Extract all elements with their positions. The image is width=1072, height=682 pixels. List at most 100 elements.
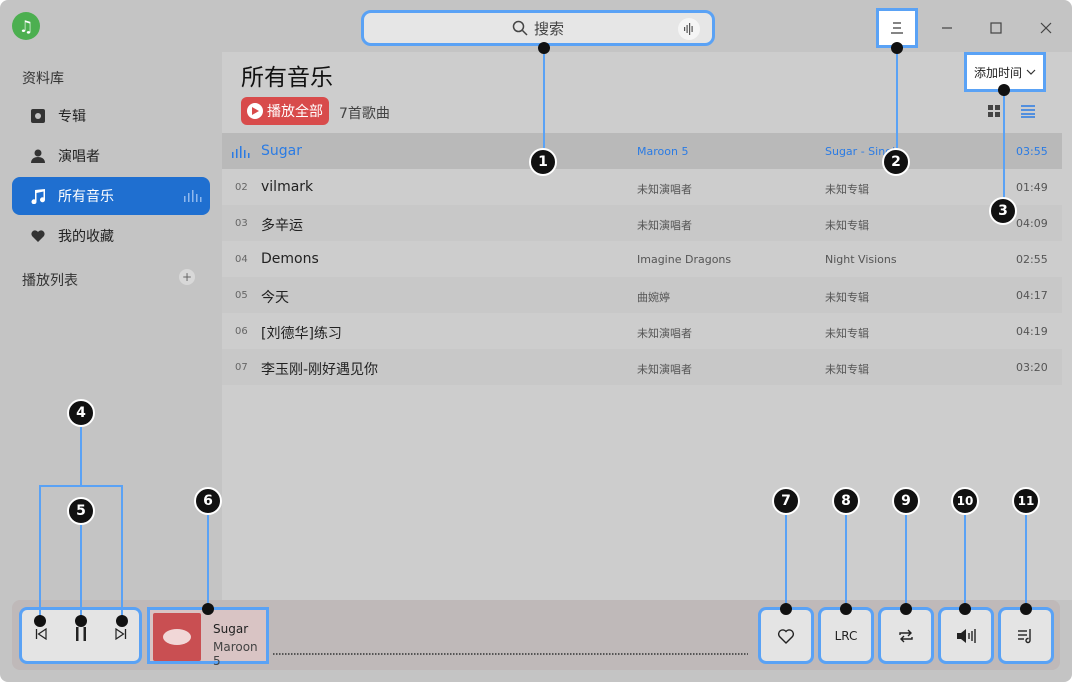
callout-line xyxy=(1025,515,1027,607)
track-duration: 04:19 xyxy=(1016,325,1048,338)
repeat-mode-button[interactable] xyxy=(878,607,934,664)
plus-icon: + xyxy=(181,270,193,284)
volume-button[interactable] xyxy=(938,607,994,664)
callout-line xyxy=(785,515,787,607)
callout-line xyxy=(896,48,898,148)
volume-icon xyxy=(957,628,976,643)
callout-dot xyxy=(998,84,1010,96)
play-all-button[interactable]: 播放全部 xyxy=(241,97,329,125)
callout-line xyxy=(964,515,966,607)
track-number: 06 xyxy=(235,326,248,337)
library-heading: 资料库 xyxy=(22,71,64,87)
callout-line xyxy=(121,485,123,620)
sidebar-item-albums[interactable]: 专辑 xyxy=(12,97,210,135)
callout-line xyxy=(1003,92,1005,198)
grid-view-icon[interactable] xyxy=(987,104,1001,118)
sidebar-item-all-music[interactable]: 所有音乐 xyxy=(12,177,210,215)
sidebar-item-label: 所有音乐 xyxy=(58,189,114,205)
callout-dot xyxy=(780,603,792,615)
now-playing-card[interactable]: Sugar Maroon 5 xyxy=(147,607,269,668)
add-playlist-button[interactable]: + xyxy=(179,269,195,285)
close-button[interactable] xyxy=(1032,14,1060,42)
track-album: Night Visions xyxy=(825,253,897,266)
callout-line xyxy=(80,427,82,485)
callout-badge: 10 xyxy=(951,487,979,515)
callout-badge: 3 xyxy=(989,197,1017,225)
callout-dot xyxy=(900,603,912,615)
sort-label: 添加时间 xyxy=(973,65,1022,80)
track-album: 未知专辑 xyxy=(825,183,869,196)
list-view-icon[interactable] xyxy=(1021,104,1035,118)
callout-badge: 6 xyxy=(194,487,222,515)
callout-badge: 11 xyxy=(1012,487,1040,515)
table-row[interactable]: 04 Demons Imagine Dragons Night Visions … xyxy=(222,241,1062,277)
track-title: vilmark xyxy=(261,179,314,195)
track-album: 未知专辑 xyxy=(825,327,869,340)
track-title: 今天 xyxy=(261,290,289,306)
table-row[interactable]: Sugar Maroon 5 Sugar - Single 03:55 xyxy=(222,133,1062,169)
music-note-icon xyxy=(30,188,46,204)
track-number: 04 xyxy=(235,254,248,265)
search-placeholder: 搜索 xyxy=(533,19,564,38)
progress-waveform[interactable] xyxy=(273,651,748,657)
track-album: 未知专辑 xyxy=(825,363,869,376)
track-artist: Imagine Dragons xyxy=(637,253,732,266)
track-album: 未知专辑 xyxy=(825,219,869,232)
app-logo-icon: ♫ xyxy=(12,12,40,40)
equalizer-icon xyxy=(184,190,202,202)
table-row[interactable]: 05 今天 曲婉婷 未知专辑 04:17 xyxy=(222,277,1062,313)
sidebar-item-artists[interactable]: 演唱者 xyxy=(12,137,210,175)
track-number: 05 xyxy=(235,290,248,301)
search-input[interactable]: 搜索 xyxy=(361,10,715,46)
callout-line xyxy=(207,515,209,607)
track-title: 多辛运 xyxy=(261,218,303,234)
table-row[interactable]: 02 vilmark 未知演唱者 未知专辑 01:49 xyxy=(222,169,1062,205)
callout-badge: 1 xyxy=(529,148,557,176)
track-duration: 04:17 xyxy=(1016,289,1048,302)
callout-dot xyxy=(34,615,46,627)
favorite-button[interactable] xyxy=(758,607,814,664)
repeat-icon xyxy=(899,629,913,642)
track-title: Sugar xyxy=(261,143,302,159)
table-row[interactable]: 03 多辛运 未知演唱者 未知专辑 04:09 xyxy=(222,205,1062,241)
playlist-heading: 播放列表 xyxy=(22,273,78,289)
track-number: 02 xyxy=(235,182,248,193)
callout-line xyxy=(905,515,907,607)
callout-dot xyxy=(75,615,87,627)
callout-line xyxy=(80,525,82,620)
callout-dot xyxy=(1020,603,1032,615)
now-playing-icon xyxy=(232,146,250,158)
lyrics-button[interactable]: LRC xyxy=(818,607,874,664)
now-playing-title: Sugar xyxy=(213,622,249,636)
search-icon xyxy=(512,20,528,36)
sidebar-item-favorites[interactable]: 我的收藏 xyxy=(12,217,210,255)
callout-dot xyxy=(840,603,852,615)
heart-icon xyxy=(30,228,46,244)
table-row[interactable]: 07 李玉刚-刚好遇见你 未知演唱者 未知专辑 03:20 xyxy=(222,349,1062,385)
callout-dot xyxy=(202,603,214,615)
callout-line xyxy=(845,515,847,607)
person-icon xyxy=(30,148,46,164)
chevron-down-icon xyxy=(1026,69,1036,75)
lyrics-label: LRC xyxy=(834,628,858,643)
callout-line xyxy=(39,485,41,620)
track-duration: 03:20 xyxy=(1016,361,1048,374)
now-playing-artist: Maroon 5 xyxy=(213,640,258,668)
sidebar-item-label: 专辑 xyxy=(58,109,86,125)
track-artist: 未知演唱者 xyxy=(637,219,692,232)
menu-icon xyxy=(891,22,903,34)
track-artist: 未知演唱者 xyxy=(637,183,692,196)
previous-button[interactable] xyxy=(31,624,51,644)
voice-search-icon[interactable] xyxy=(678,18,700,40)
heart-outline-icon xyxy=(777,628,795,644)
album-cover xyxy=(153,613,201,661)
minimize-button[interactable] xyxy=(933,14,961,42)
pause-button[interactable] xyxy=(71,624,91,644)
play-queue-button[interactable] xyxy=(998,607,1054,664)
maximize-button[interactable] xyxy=(982,14,1010,42)
song-count: 7首歌曲 xyxy=(339,106,390,122)
table-row[interactable]: 06 [刘德华]练习 未知演唱者 未知专辑 04:19 xyxy=(222,313,1062,349)
callout-dot xyxy=(959,603,971,615)
next-button[interactable] xyxy=(111,624,131,644)
callout-line xyxy=(39,485,123,487)
